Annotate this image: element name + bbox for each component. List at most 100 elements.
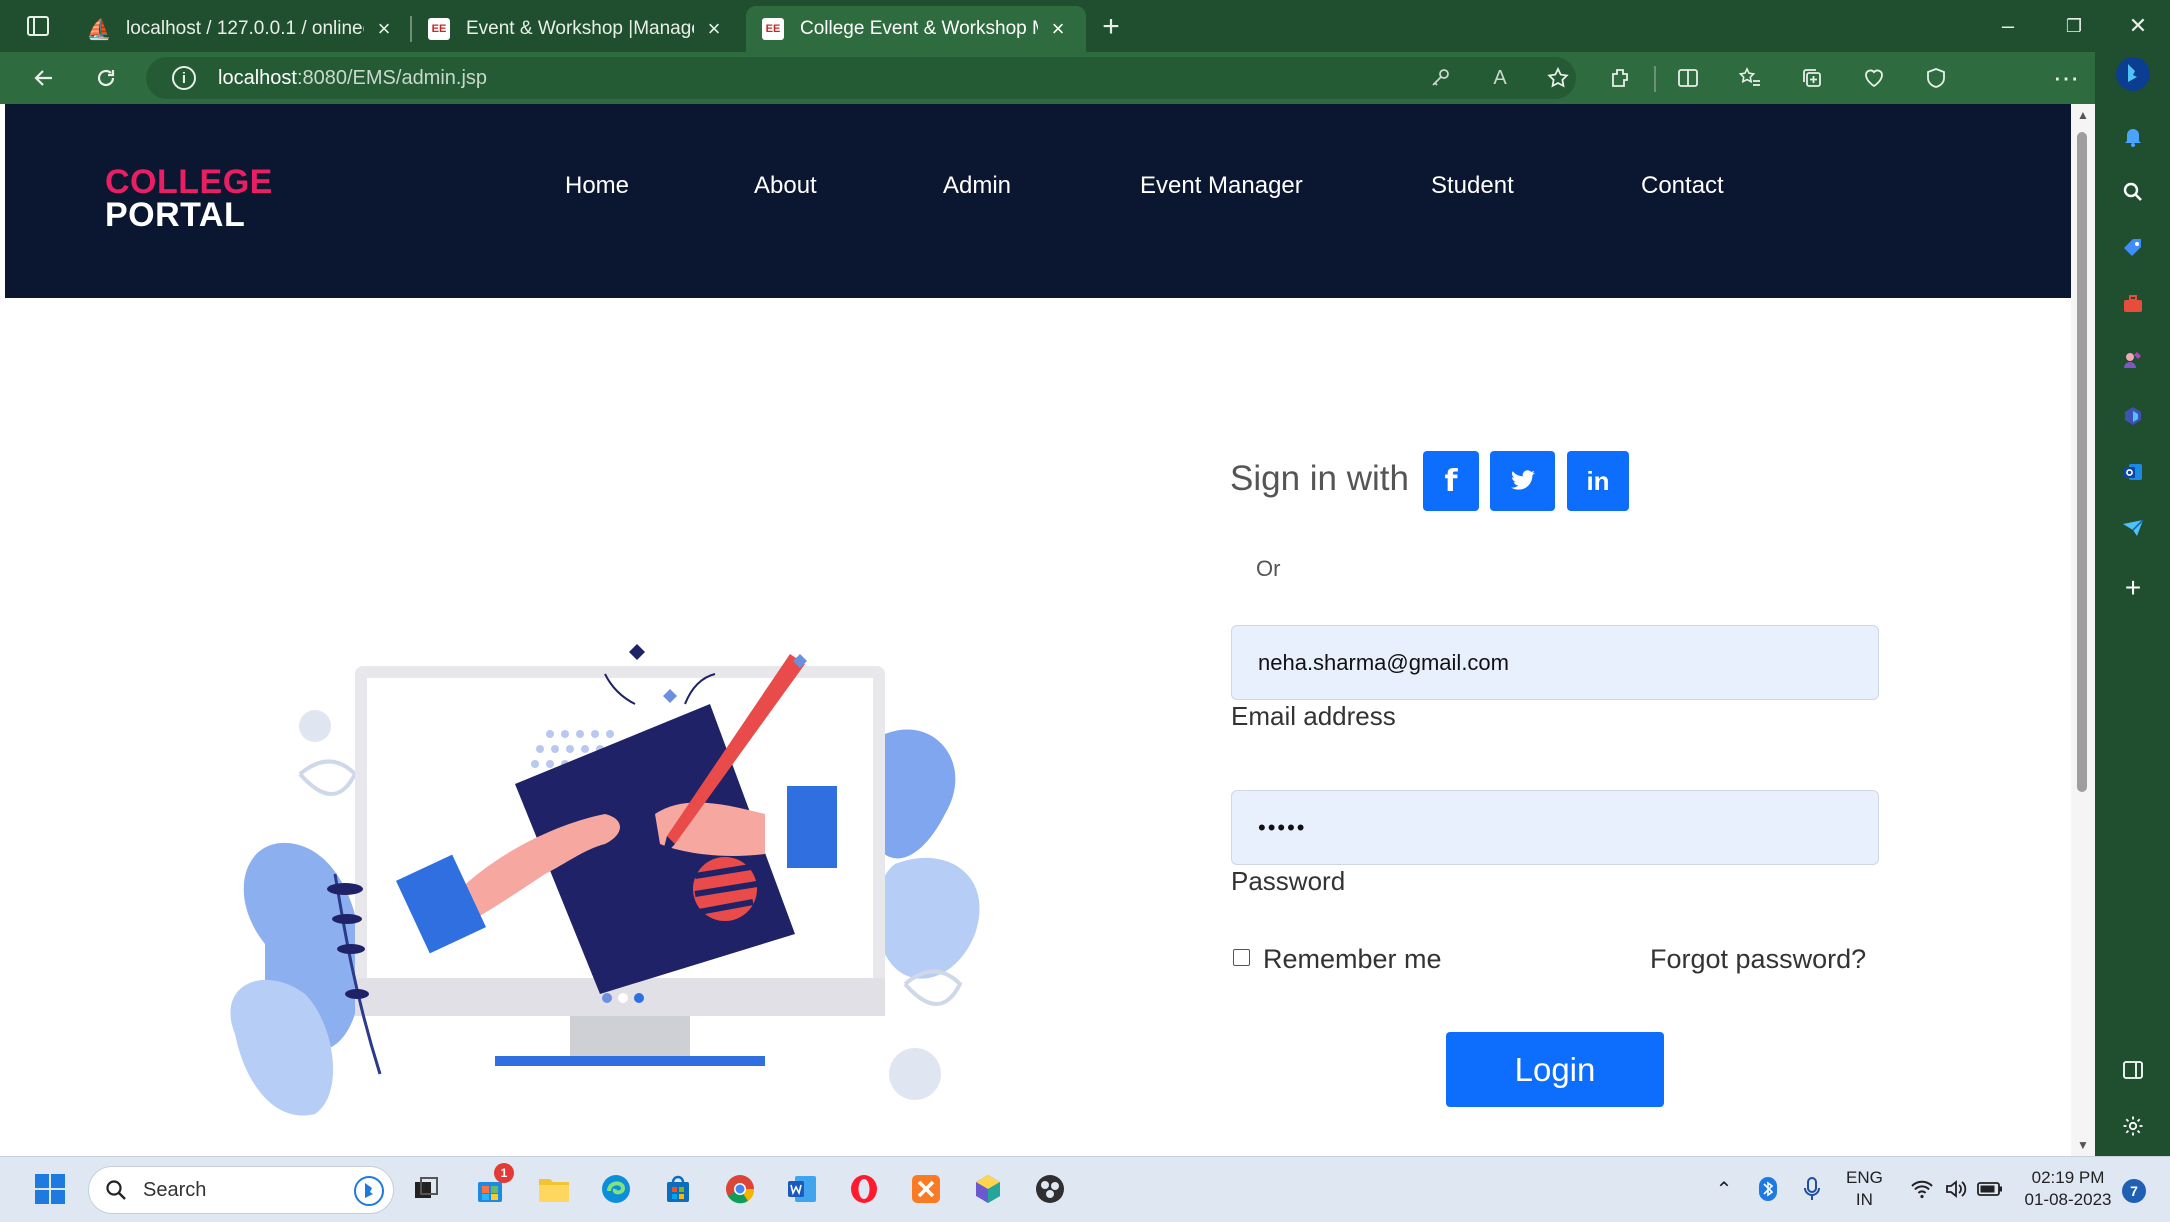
clock-date: 01-08-2023: [2024, 1190, 2112, 1209]
microphone-icon[interactable]: [1792, 1169, 1832, 1209]
bing-chat-icon[interactable]: [2113, 52, 2153, 96]
send-icon[interactable]: [2115, 510, 2151, 546]
site-header: COLLEGE PORTAL Home About Admin Event Ma…: [5, 104, 2071, 298]
site-icon: EE: [428, 18, 450, 40]
region-code: IN: [1855, 1190, 1873, 1209]
taskbar-search-text: Search: [143, 1178, 207, 1201]
outlook-icon[interactable]: [2115, 454, 2151, 490]
tab-phpmyadmin[interactable]: ⛵ localhost / 127.0.0.1 / onlineeventman…: [72, 6, 412, 52]
page-scrollbar[interactable]: ▲ ▼: [2071, 104, 2095, 1156]
site-icon: EE: [762, 18, 784, 40]
file-explorer-icon[interactable]: [534, 1169, 574, 1209]
close-icon[interactable]: ×: [372, 16, 396, 42]
facebook-button[interactable]: f: [1423, 451, 1479, 511]
nav-home[interactable]: Home: [565, 172, 629, 200]
shopping-tag-icon[interactable]: [2115, 230, 2151, 266]
url-path: :8080/EMS/admin.jsp: [296, 66, 488, 89]
tab-actions-icon[interactable]: [8, 0, 68, 52]
scroll-down-arrow-icon[interactable]: ▼: [2077, 1138, 2089, 1152]
show-hidden-icons-chevron-icon[interactable]: ⌃: [1704, 1169, 1744, 1209]
nav-about[interactable]: About: [754, 172, 817, 200]
back-arrow-icon[interactable]: [26, 60, 62, 96]
site-info-icon[interactable]: i: [172, 66, 196, 90]
forgot-password-link[interactable]: Forgot password?: [1650, 944, 1866, 975]
extensions-icon[interactable]: [1602, 60, 1638, 96]
obs-studio-icon[interactable]: [1030, 1169, 1070, 1209]
more-options-icon[interactable]: ⋯: [2048, 60, 2084, 96]
restore-button[interactable]: ❐: [2044, 0, 2104, 52]
password-label: Password: [1231, 866, 1346, 896]
tab-event-workshop[interactable]: EE Event & Workshop |Management ×: [412, 6, 742, 52]
taskbar-search-box[interactable]: Search: [88, 1166, 394, 1214]
shield-icon[interactable]: [1918, 60, 1954, 96]
search-icon: [106, 1180, 126, 1200]
web-page: COLLEGE PORTAL Home About Admin Event Ma…: [5, 104, 2071, 1156]
scrollbar-thumb[interactable]: [2077, 132, 2087, 792]
collections-icon[interactable]: [1794, 60, 1830, 96]
linkedin-icon: in: [1586, 465, 1610, 496]
url-host: localhost: [218, 66, 297, 89]
opera-icon[interactable]: [844, 1169, 884, 1209]
favorites-icon[interactable]: [1732, 60, 1768, 96]
scroll-up-arrow-icon[interactable]: ▲: [2077, 108, 2089, 122]
email-label: Email address: [1231, 701, 1396, 731]
tools-briefcase-icon[interactable]: [2115, 286, 2151, 322]
nav-event-manager[interactable]: Event Manager: [1140, 172, 1303, 200]
remember-me-label[interactable]: Remember me: [1263, 944, 1442, 975]
store-bag-icon[interactable]: [658, 1169, 698, 1209]
browser-essentials-icon[interactable]: [1856, 60, 1892, 96]
microsoft-store-icon[interactable]: 1: [470, 1163, 514, 1209]
split-screen-icon[interactable]: [1670, 60, 1706, 96]
edge-sidebar: +: [2095, 52, 2170, 1156]
bluetooth-icon[interactable]: [1748, 1169, 1788, 1209]
email-input[interactable]: [1231, 625, 1879, 700]
close-icon[interactable]: ×: [1046, 16, 1070, 42]
key-icon[interactable]: [1422, 60, 1458, 96]
add-sidebar-app-icon[interactable]: +: [2115, 570, 2151, 606]
tab-college-event[interactable]: EE College Event & Workshop Management ×: [746, 6, 1086, 52]
notification-badge: 1: [494, 1163, 514, 1183]
battery-icon[interactable]: [1970, 1169, 2010, 1209]
language-indicator[interactable]: ENG IN: [1846, 1167, 1883, 1211]
browser-tab-bar: ⛵ localhost / 127.0.0.1 / onlineeventman…: [0, 0, 2170, 52]
address-bar[interactable]: i localhost:8080/EMS/admin.jsp A: [146, 57, 1576, 99]
site-logo[interactable]: COLLEGE PORTAL: [105, 163, 273, 232]
password-input[interactable]: [1231, 790, 1879, 865]
microsoft-365-icon[interactable]: [2115, 398, 2151, 434]
windows-taskbar: Search 1 ⌃ ENG IN 02:19 PM 01-08-2023 7: [0, 1156, 2170, 1222]
new-tab-button[interactable]: +: [1094, 10, 1128, 44]
phpmyadmin-icon: ⛵: [86, 18, 112, 41]
refresh-icon[interactable]: [88, 60, 124, 96]
nav-student[interactable]: Student: [1431, 172, 1514, 200]
nav-contact[interactable]: Contact: [1641, 172, 1724, 200]
hide-sidebar-icon[interactable]: [2115, 1052, 2151, 1088]
window-close-button[interactable]: ✕: [2108, 0, 2168, 52]
word-icon[interactable]: [782, 1169, 822, 1209]
edge-browser-icon[interactable]: [596, 1169, 636, 1209]
xampp-icon[interactable]: [906, 1169, 946, 1209]
linkedin-button[interactable]: in: [1567, 451, 1629, 511]
minimize-button[interactable]: –: [1978, 0, 2038, 52]
search-icon[interactable]: [2115, 174, 2151, 210]
settings-gear-icon[interactable]: [2115, 1108, 2151, 1144]
games-icon[interactable]: [2115, 342, 2151, 378]
notification-bell-icon[interactable]: [2115, 118, 2151, 154]
favorite-star-icon[interactable]: [1540, 60, 1576, 96]
tab-title: localhost / 127.0.0.1 / onlineeventmanag…: [126, 18, 364, 39]
twitter-button[interactable]: [1490, 451, 1555, 511]
close-icon[interactable]: ×: [702, 16, 726, 42]
read-aloud-icon[interactable]: A: [1482, 60, 1518, 96]
nav-admin[interactable]: Admin: [943, 172, 1011, 200]
clock[interactable]: 02:19 PM 01-08-2023: [2018, 1167, 2118, 1211]
app-cube-icon[interactable]: [968, 1169, 1008, 1209]
windows-start-icon[interactable]: [30, 1169, 70, 1209]
chrome-icon[interactable]: [720, 1169, 760, 1209]
login-button[interactable]: Login: [1446, 1032, 1664, 1107]
twitter-icon: [1510, 470, 1535, 490]
logo-line-1: COLLEGE: [105, 163, 273, 201]
notification-center-badge[interactable]: 7: [2122, 1179, 2146, 1203]
task-view-icon[interactable]: [406, 1169, 446, 1209]
login-illustration: [230, 644, 980, 1116]
tab-title: Event & Workshop |Management: [466, 18, 694, 39]
remember-me-checkbox[interactable]: [1233, 949, 1250, 966]
